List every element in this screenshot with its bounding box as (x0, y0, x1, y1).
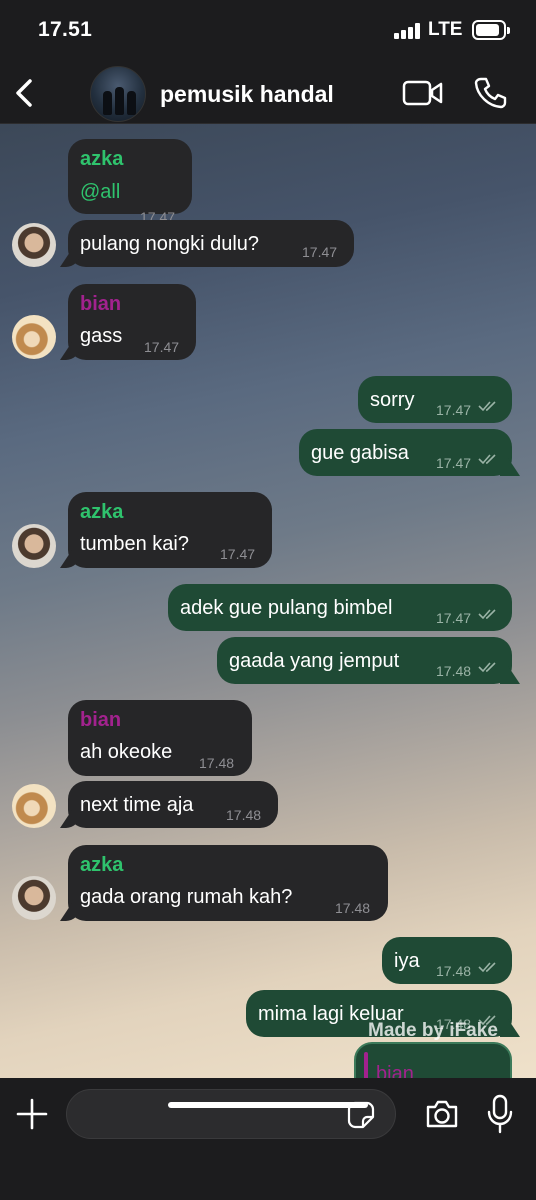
read-ticks-icon (478, 401, 496, 412)
avatar[interactable] (12, 784, 56, 828)
status-time: 17.51 (38, 18, 93, 41)
message-text[interactable]: iya (394, 949, 420, 973)
read-ticks-icon (478, 454, 496, 465)
phone-icon[interactable] (472, 75, 508, 111)
watermark: Made by iFake (368, 1020, 498, 1041)
message-text[interactable]: adek gue pulang bimbel (180, 596, 392, 620)
message-text[interactable]: pulang nongki dulu? (80, 232, 259, 256)
message-bubble[interactable]: gaada yang jemput 17.48 (217, 637, 512, 684)
message-bubble[interactable]: bian ah okeoke 17.48 (68, 700, 252, 776)
message-bubble[interactable]: pulang nongki dulu? 17.47 (68, 220, 354, 267)
message-bubble[interactable]: sorry 17.47 (358, 376, 512, 423)
avatar[interactable] (12, 524, 56, 568)
avatar[interactable] (12, 223, 56, 267)
message-text[interactable]: next time aja (80, 793, 193, 817)
message-text[interactable]: gada orang rumah kah? (80, 885, 292, 909)
group-title[interactable]: pemusik handal (160, 81, 334, 108)
mic-icon[interactable] (486, 1094, 514, 1134)
sender-name: bian (80, 709, 122, 731)
sender-name: azka (80, 501, 124, 523)
message-text[interactable]: gaada yang jemput (229, 649, 399, 673)
reply-message-bubble[interactable]: bian (354, 1042, 512, 1078)
back-icon[interactable] (12, 76, 42, 110)
network-label: LTE (428, 19, 463, 40)
sender-name: azka (80, 854, 124, 876)
signal-icon (394, 23, 420, 39)
message-text[interactable]: gue gabisa (311, 441, 409, 465)
group-avatar[interactable] (90, 66, 146, 122)
message-text[interactable]: gass (80, 324, 122, 348)
message-time: 17.47 (436, 402, 472, 418)
message-bubble[interactable]: iya 17.48 (382, 937, 512, 984)
message-bubble[interactable]: azka @all 17.47 (68, 139, 192, 225)
reply-quote-bar (364, 1052, 368, 1078)
message-text[interactable]: @all (80, 180, 120, 204)
message-bubble[interactable]: azka tumben kai? 17.47 (68, 492, 272, 568)
message-time: 17.48 (436, 963, 472, 979)
message-bubble[interactable]: adek gue pulang bimbel 17.47 (168, 584, 512, 631)
message-text[interactable]: ah okeoke (80, 740, 172, 764)
message-text[interactable]: sorry (370, 388, 414, 412)
message-time: 17.47 (144, 339, 180, 355)
sender-name: bian (80, 293, 122, 315)
reply-sender-name: bian (376, 1063, 414, 1078)
message-bubble[interactable]: azka gada orang rumah kah? 17.48 (68, 845, 388, 921)
message-bubble[interactable]: next time aja 17.48 (68, 781, 278, 828)
read-ticks-icon (478, 609, 496, 620)
home-indicator (168, 1102, 368, 1108)
message-time: 17.47 (220, 546, 256, 562)
plus-icon[interactable] (16, 1098, 48, 1130)
message-time: 17.48 (226, 807, 262, 823)
message-text[interactable]: tumben kai? (80, 532, 189, 556)
message-time: 17.47 (302, 244, 338, 260)
sender-name: azka (80, 148, 124, 170)
read-ticks-icon (478, 962, 496, 973)
camera-icon[interactable] (424, 1098, 460, 1130)
input-bar (0, 1078, 536, 1200)
status-bar: 17.51 LTE (0, 0, 536, 62)
message-bubble[interactable]: bian gass 17.47 (68, 284, 196, 360)
message-list[interactable]: azka @all 17.47 pulang nongki dulu? 17.4… (0, 124, 536, 1078)
avatar[interactable] (12, 315, 56, 359)
message-time: 17.48 (436, 663, 472, 679)
battery-icon (472, 20, 510, 40)
video-icon[interactable] (402, 78, 444, 108)
chat-header: pemusik handal (0, 62, 536, 124)
read-ticks-icon (478, 662, 496, 673)
message-time: 17.47 (436, 610, 472, 626)
message-bubble[interactable]: gue gabisa 17.47 (299, 429, 512, 476)
message-time: 17.47 (436, 455, 472, 471)
message-time: 17.48 (335, 900, 371, 916)
message-time: 17.48 (199, 755, 235, 771)
avatar[interactable] (12, 876, 56, 920)
